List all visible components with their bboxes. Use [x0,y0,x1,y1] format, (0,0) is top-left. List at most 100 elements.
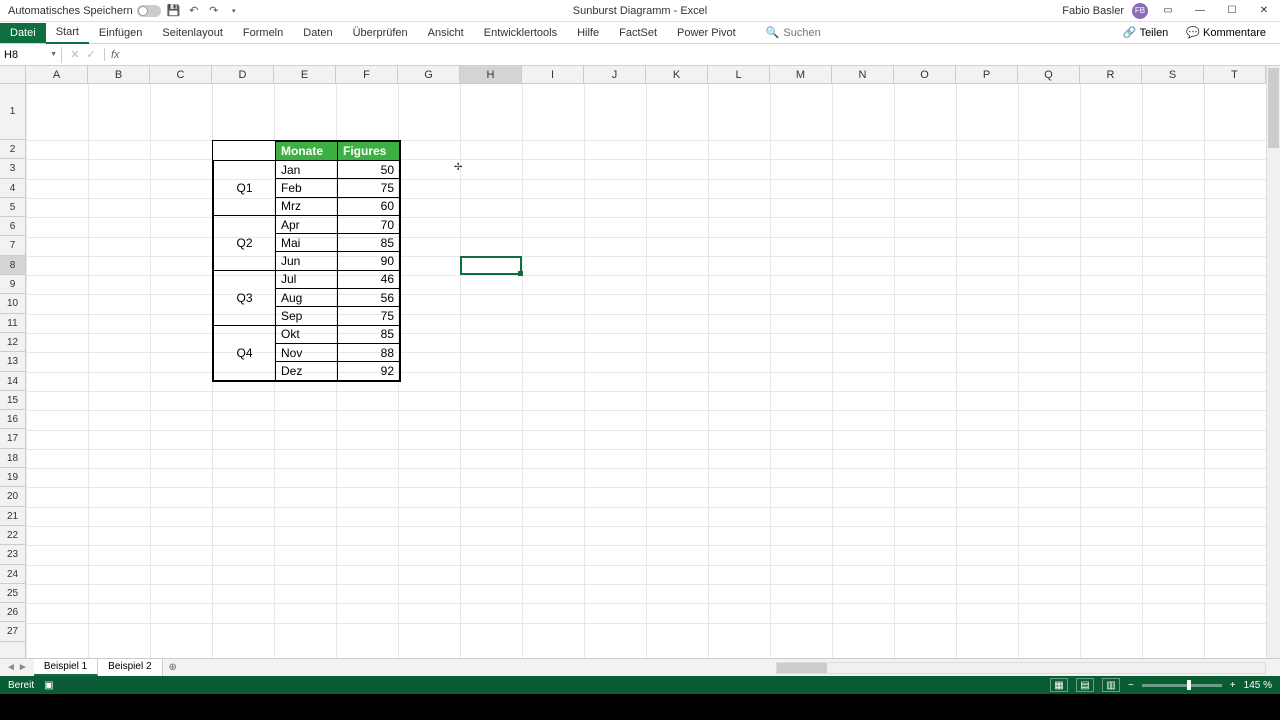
row-header-20[interactable]: 20 [0,487,25,506]
user-avatar[interactable]: FB [1132,3,1148,19]
month-cell[interactable]: Jun [276,252,338,270]
col-header-Q[interactable]: Q [1018,66,1080,83]
figure-cell[interactable]: 75 [338,307,400,325]
tab-überprüfen[interactable]: Überprüfen [343,23,418,43]
col-header-K[interactable]: K [646,66,708,83]
row-header-21[interactable]: 21 [0,507,25,526]
table-row[interactable]: Q3Jul46 [214,270,400,288]
row-header-4[interactable]: 4 [0,179,25,198]
row-header-26[interactable]: 26 [0,603,25,622]
figure-cell[interactable]: 92 [338,362,400,380]
select-all-corner[interactable] [0,66,26,83]
zoom-slider[interactable] [1142,684,1222,687]
tab-entwicklertools[interactable]: Entwicklertools [474,23,567,43]
autosave-toggle[interactable]: Automatisches Speichern [8,5,161,17]
row-header-17[interactable]: 17 [0,429,25,448]
figure-cell[interactable]: 50 [338,161,400,179]
col-header-I[interactable]: I [522,66,584,83]
close-button[interactable]: ✕ [1252,1,1276,21]
figure-cell[interactable]: 46 [338,270,400,288]
figure-cell[interactable]: 90 [338,252,400,270]
tab-ansicht[interactable]: Ansicht [418,23,474,43]
row-header-9[interactable]: 9 [0,275,25,294]
zoom-level[interactable]: 145 % [1244,680,1272,691]
month-cell[interactable]: Mai [276,234,338,252]
spreadsheet-grid[interactable]: ABCDEFGHIJKLMNOPQRST 1234567891011121314… [0,66,1280,658]
month-cell[interactable]: Jul [276,270,338,288]
col-header-H[interactable]: H [460,66,522,83]
col-header-E[interactable]: E [274,66,336,83]
vertical-scrollbar[interactable] [1266,66,1280,658]
sheet-nav-prev-icon[interactable]: ◄ [6,662,16,673]
fx-icon[interactable]: fx [105,49,126,61]
tab-start[interactable]: Start [46,22,89,44]
save-icon[interactable]: 💾 [167,4,181,18]
table-row[interactable]: Q2Apr70 [214,215,400,233]
col-header-C[interactable]: C [150,66,212,83]
month-cell[interactable]: Apr [276,215,338,233]
month-cell[interactable]: Sep [276,307,338,325]
col-header-N[interactable]: N [832,66,894,83]
row-header-14[interactable]: 14 [0,372,25,391]
row-header-18[interactable]: 18 [0,449,25,468]
tab-seitenlayout[interactable]: Seitenlayout [152,23,233,43]
row-header-6[interactable]: 6 [0,217,25,236]
row-header-19[interactable]: 19 [0,468,25,487]
month-cell[interactable]: Mrz [276,197,338,215]
figure-cell[interactable]: 56 [338,289,400,307]
view-pagelayout-icon[interactable]: ▤ [1076,678,1094,692]
horizontal-scrollbar[interactable] [776,662,1266,674]
row-header-3[interactable]: 3 [0,159,25,178]
sheet-nav-next-icon[interactable]: ► [18,662,28,673]
redo-icon[interactable]: ↷ [207,4,221,18]
sheet-tab[interactable]: Beispiel 1 [34,659,98,676]
name-box[interactable]: H8 ▼ [0,47,62,63]
ribbon-options-icon[interactable]: ▭ [1156,1,1180,21]
col-header-J[interactable]: J [584,66,646,83]
row-header-15[interactable]: 15 [0,391,25,410]
col-header-F[interactable]: F [336,66,398,83]
figure-cell[interactable]: 60 [338,197,400,215]
month-cell[interactable]: Okt [276,325,338,343]
view-normal-icon[interactable]: ▦ [1050,678,1068,692]
row-header-11[interactable]: 11 [0,314,25,333]
col-header-O[interactable]: O [894,66,956,83]
row-header-13[interactable]: 13 [0,352,25,371]
quarter-cell[interactable]: Q3 [214,270,276,325]
search-box[interactable]: 🔍 [766,26,864,39]
row-header-12[interactable]: 12 [0,333,25,352]
quarter-cell[interactable]: Q1 [214,161,276,216]
quarter-cell[interactable]: Q2 [214,215,276,270]
comments-button[interactable]: 💬Kommentare [1180,24,1272,41]
share-button[interactable]: 🔗Teilen [1117,24,1174,41]
search-input[interactable] [783,27,863,39]
zoom-out-button[interactable]: − [1128,680,1134,691]
table-row[interactable]: Q4Okt85 [214,325,400,343]
col-header-R[interactable]: R [1080,66,1142,83]
figure-cell[interactable]: 85 [338,234,400,252]
month-cell[interactable]: Aug [276,289,338,307]
table-row[interactable]: Q1Jan50 [214,161,400,179]
col-header-P[interactable]: P [956,66,1018,83]
tab-factset[interactable]: FactSet [609,23,667,43]
row-header-23[interactable]: 23 [0,545,25,564]
col-header-G[interactable]: G [398,66,460,83]
scrollbar-thumb[interactable] [777,663,827,673]
tab-hilfe[interactable]: Hilfe [567,23,609,43]
row-header-2[interactable]: 2 [0,140,25,159]
month-cell[interactable]: Feb [276,179,338,197]
row-header-22[interactable]: 22 [0,526,25,545]
col-header-T[interactable]: T [1204,66,1266,83]
tab-einfügen[interactable]: Einfügen [89,23,152,43]
row-header-8[interactable]: 8 [0,256,25,275]
figure-cell[interactable]: 75 [338,179,400,197]
row-header-10[interactable]: 10 [0,294,25,313]
row-header-25[interactable]: 25 [0,584,25,603]
row-header-7[interactable]: 7 [0,236,25,255]
tab-formeln[interactable]: Formeln [233,23,293,43]
col-header-A[interactable]: A [26,66,88,83]
col-header-D[interactable]: D [212,66,274,83]
tab-file[interactable]: Datei [0,23,46,43]
col-header-M[interactable]: M [770,66,832,83]
row-header-1[interactable]: 1 [0,84,25,140]
